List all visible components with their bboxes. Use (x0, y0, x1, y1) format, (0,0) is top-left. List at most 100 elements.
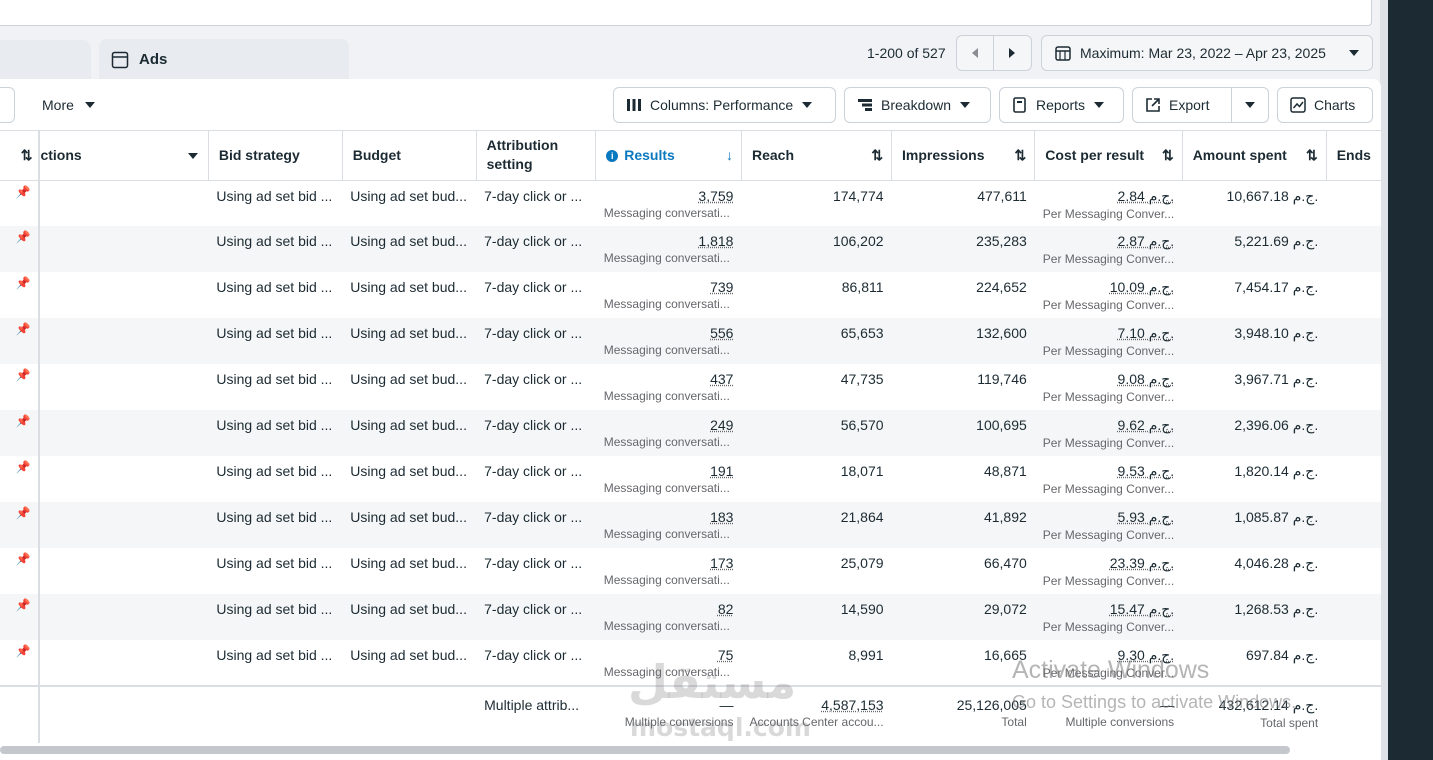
cpr-value[interactable]: 5.93 ج.م. (1118, 509, 1175, 525)
next-page-button[interactable] (993, 35, 1032, 71)
results-value[interactable]: 183 (710, 509, 733, 525)
cpr-value[interactable]: 7.10 ج.م. (1118, 325, 1175, 341)
pin-icon[interactable]: 📌 (15, 368, 30, 382)
attribution-cell: 7-day click or ... (484, 187, 583, 204)
header-cost-per-result[interactable]: Cost per result ⇅ (1034, 131, 1183, 181)
reach-cell: 21,864 (741, 502, 892, 548)
header-actions[interactable]: ctions (39, 131, 209, 181)
table-row[interactable]: 📌 Using ad set bid ... Using ad set bud...… (0, 594, 1381, 640)
sort-down-arrow-icon[interactable]: ↓ (726, 147, 733, 163)
pin-icon[interactable]: 📌 (15, 185, 30, 199)
cpr-value[interactable]: 2.84 ج.م. (1118, 188, 1175, 204)
pin-cell: 📌 (0, 272, 41, 318)
table-row[interactable]: 📌 Using ad set bid ... Using ad set bud...… (0, 548, 1381, 594)
ends-cell (1326, 318, 1381, 364)
header-budget[interactable]: Budget (342, 131, 477, 181)
previous-page-button[interactable] (955, 35, 994, 71)
sort-arrows-icon[interactable]: ⇅ (21, 147, 33, 164)
pin-cell: 📌 (0, 502, 41, 548)
charts-button[interactable]: Charts (1277, 87, 1373, 123)
results-value[interactable]: 556 (710, 325, 733, 341)
cpr-sub: Per Messaging Conver... (1042, 206, 1175, 221)
attribution-cell: 7-day click or ... (484, 647, 583, 663)
pin-icon[interactable]: 📌 (15, 414, 30, 428)
chart-icon (1290, 97, 1306, 113)
columns-button[interactable]: Columns: Performance (613, 87, 836, 123)
table-row[interactable]: 📌 Using ad set bid ... Using ad set bud...… (0, 180, 1381, 226)
cpr-value[interactable]: 9.53 ج.م. (1118, 463, 1175, 479)
amount-spent-cell: 3,948.10 ج.م. (1182, 318, 1327, 364)
pin-icon[interactable]: 📌 (15, 460, 30, 474)
table-row[interactable]: 📌 Using ad set bid ... Using ad set bud...… (0, 456, 1381, 502)
pin-icon[interactable]: 📌 (15, 230, 30, 244)
budget-cell: Using ad set bud... (350, 279, 467, 295)
cpr-value[interactable]: 9.08 ج.م. (1118, 371, 1175, 387)
table-row[interactable]: 📌 Using ad set bid ... Using ad set bud...… (0, 410, 1381, 456)
table-row[interactable]: 📌 Using ad set bid ... Using ad set bud...… (0, 502, 1381, 548)
cpr-value[interactable]: 15.47 ج.م. (1110, 601, 1174, 617)
export-dropdown-button[interactable] (1231, 87, 1269, 123)
tab-ads[interactable]: Ads (99, 39, 349, 80)
results-value[interactable]: 437 (710, 371, 733, 387)
sort-arrows-icon[interactable]: ⇅ (1015, 147, 1027, 164)
toolbar-partial-button[interactable] (0, 87, 15, 123)
table-row[interactable]: 📌 Using ad set bid ... Using ad set bud...… (0, 318, 1381, 364)
caret-down-icon[interactable] (187, 153, 198, 159)
amount-spent-cell: 1,268.53 ج.م. (1182, 594, 1327, 640)
cpr-value[interactable]: 23.39 ج.م. (1110, 555, 1174, 571)
cpr-value[interactable]: 9.62 ج.م. (1118, 417, 1175, 433)
pin-icon[interactable]: 📌 (15, 598, 30, 612)
results-value[interactable]: 1,818 (698, 233, 733, 249)
header-impressions[interactable]: Impressions ⇅ (891, 131, 1036, 181)
results-value[interactable]: 191 (710, 463, 733, 479)
results-value[interactable]: 249 (710, 417, 733, 433)
results-sub: Messaging conversati... (603, 619, 730, 633)
table-row[interactable]: 📌 Using ad set bid ... Using ad set bud...… (0, 226, 1381, 272)
header-reach[interactable]: Reach ⇅ (741, 131, 893, 181)
pagination: 1-200 of 527 (867, 35, 1032, 71)
results-value[interactable]: 82 (718, 601, 734, 617)
pin-icon[interactable]: 📌 (15, 276, 30, 290)
attribution-cell: 7-day click or ... (476, 410, 596, 456)
info-icon[interactable]: i (606, 150, 619, 163)
cost-per-result-cell: 23.39 ج.م. Per Messaging Conver... (1035, 548, 1182, 594)
header-attribution[interactable]: Attribution setting (476, 131, 597, 181)
pin-icon[interactable]: 📌 (15, 506, 30, 520)
header-bid-strategy[interactable]: Bid strategy (208, 131, 343, 181)
sort-arrows-icon[interactable]: ⇅ (1162, 147, 1174, 164)
header-amount-spent[interactable]: Amount spent ⇅ (1182, 131, 1327, 181)
table-row[interactable]: 📌 Using ad set bid ... Using ad set bud...… (0, 272, 1381, 318)
results-value[interactable]: 3,759 (698, 188, 733, 204)
results-sub: Messaging conversati... (603, 251, 730, 265)
cpr-value[interactable]: 2.87 ج.م. (1118, 233, 1175, 249)
tab-ad-sets[interactable] (0, 40, 91, 80)
reports-button[interactable]: Reports (999, 87, 1124, 123)
impressions-cell: 41,892 (891, 502, 1035, 548)
reach-cell: 14,590 (741, 594, 892, 640)
horizontal-scrollbar[interactable] (0, 746, 1290, 754)
header-ends[interactable]: Ends (1326, 131, 1381, 181)
sort-arrows-icon[interactable]: ⇅ (1306, 147, 1318, 164)
ends-cell (1326, 180, 1381, 226)
table-row[interactable]: 📌 Using ad set bid ... Using ad set bud...… (0, 364, 1381, 410)
date-range-picker[interactable]: Maximum: Mar 23, 2022 – Apr 23, 2025 (1041, 35, 1373, 71)
cost-per-result-cell: 10.09 ج.م. Per Messaging Conver... (1035, 272, 1182, 318)
breakdown-button[interactable]: Breakdown (844, 87, 991, 123)
results-value[interactable]: 173 (710, 555, 733, 571)
reach-cell: 18,071 (840, 463, 884, 479)
sort-arrows-icon[interactable]: ⇅ (871, 147, 883, 164)
header-results[interactable]: i Results ↓ (595, 131, 742, 181)
pin-icon[interactable]: 📌 (15, 322, 30, 336)
results-value[interactable]: 739 (710, 279, 733, 295)
bid-strategy-cell: Using ad set bid ... (216, 187, 333, 204)
ends-cell (1326, 272, 1381, 318)
sort-column-header[interactable]: ⇅ (0, 131, 41, 181)
bid-strategy-cell: Using ad set bid ... (208, 410, 343, 456)
export-button[interactable]: Export (1132, 87, 1232, 123)
amount-spent-cell: 2,396.06 ج.م. (1182, 410, 1327, 456)
pin-icon[interactable]: 📌 (15, 552, 30, 566)
cpr-value[interactable]: 10.09 ج.م. (1110, 279, 1174, 295)
pin-icon[interactable]: 📌 (15, 644, 30, 658)
header-reach-label: Reach (751, 147, 794, 164)
more-dropdown[interactable]: More (42, 97, 96, 113)
